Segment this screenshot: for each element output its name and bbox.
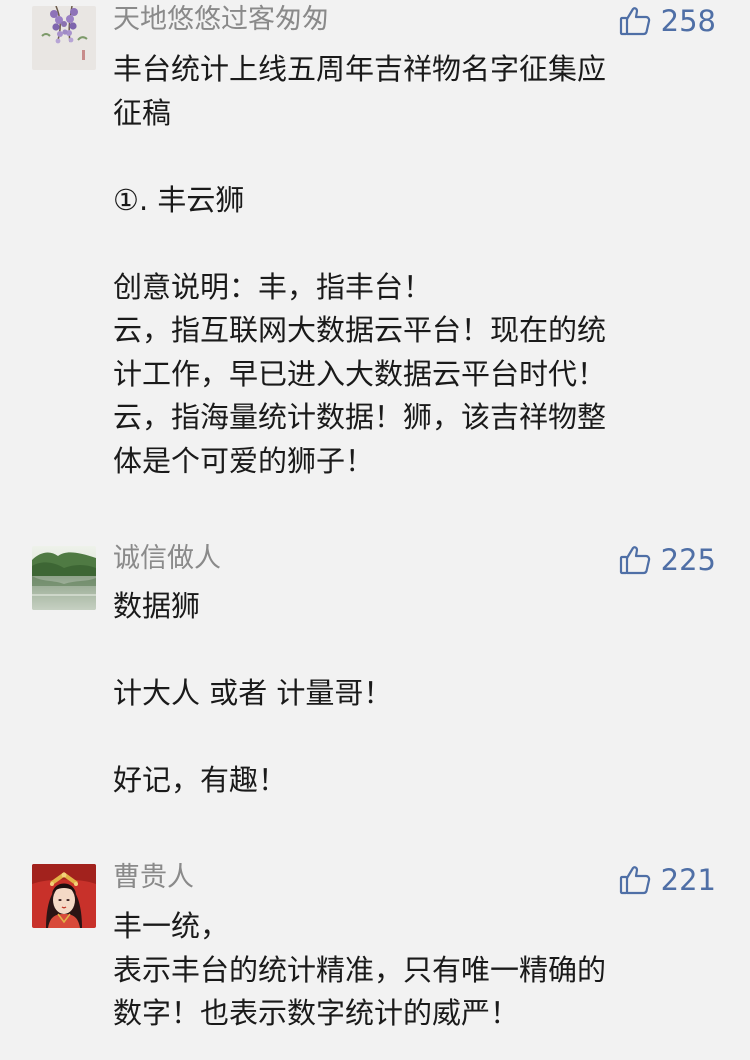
comment-line: 丰一统， [113, 909, 230, 943]
like-button[interactable]: 221 [619, 861, 716, 899]
comment-line: 丰台统计上线五周年吉祥物名字征集应 [113, 52, 607, 86]
comment-nickname[interactable]: 诚信做人 [113, 540, 221, 578]
comment-line: 数字！也表示数字统计的威严！ [113, 996, 520, 1030]
comment-line: 数据狮 [113, 589, 201, 623]
comment-text: 数据狮 计大人 或者 计量哥！ 好记，有趣！ [113, 585, 713, 803]
comment-line: 征稿 [113, 95, 172, 130]
comment-nickname[interactable]: 曹贵人 [113, 859, 194, 897]
comment-line: 好记，有趣！ [113, 763, 288, 797]
comment-line: 体是个可爱的狮子！ [113, 443, 375, 478]
thumbs-up-icon [619, 5, 651, 37]
comment-line: 创意说明：丰，指丰台！ [113, 269, 433, 304]
like-button[interactable]: 225 [619, 541, 716, 579]
comment-line: 云，指海量统计数据！狮，该吉祥物整 [113, 400, 607, 434]
thumbs-up-icon [619, 544, 651, 576]
comment-line: 云，指互联网大数据云平台！现在的统 [113, 313, 607, 347]
comment-nickname[interactable]: 天地悠悠过客匆匆 [113, 1, 329, 39]
comment-line [113, 135, 713, 179]
comment-line: 表示丰台的统计精准，只有唯一精确的 [113, 952, 607, 987]
comment-text: 丰台统计上线五周年吉祥物名字征集应 征稿 ①. 丰云狮 创意说明：丰，指丰台！ … [113, 48, 713, 483]
comment-line: 计工作，早已进入大数据云平台时代！ [113, 356, 607, 391]
comment-line [113, 629, 713, 673]
comment-line: 计大人 或者 计量哥！ [113, 676, 393, 710]
like-count: 225 [660, 543, 716, 577]
comment-line: ①. 丰云狮 [113, 182, 245, 217]
thumbs-up-icon [619, 864, 651, 896]
comment-text: 丰一统， 表示丰台的统计精准，只有唯一精确的 数字！也表示数字统计的威严！ [113, 905, 713, 1036]
comment-line [113, 222, 713, 266]
like-count: 258 [660, 4, 716, 38]
comment-line [113, 716, 713, 760]
avatar[interactable] [32, 864, 96, 928]
like-button[interactable]: 258 [619, 2, 716, 40]
avatar[interactable] [32, 546, 96, 610]
avatar[interactable] [32, 6, 96, 70]
like-count: 221 [660, 863, 716, 897]
